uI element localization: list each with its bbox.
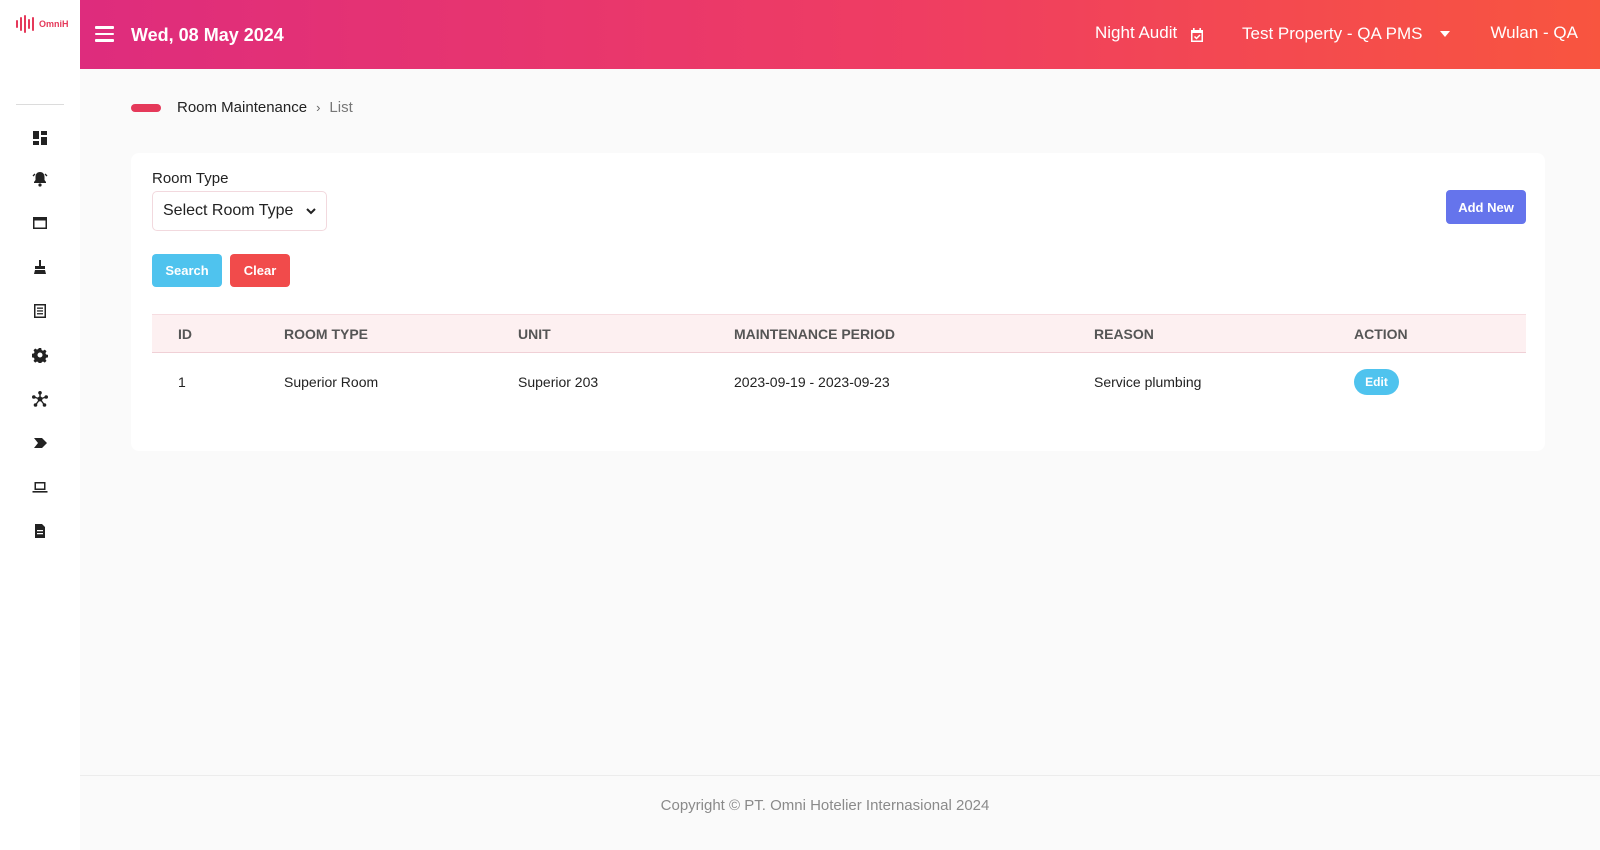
hamburger-menu-icon[interactable]	[95, 26, 115, 42]
breadcrumb-section[interactable]: Room Maintenance	[177, 99, 307, 116]
column-header-id: ID	[178, 326, 192, 342]
tag-icon[interactable]	[30, 433, 50, 453]
night-audit-label: Night Audit	[1095, 23, 1178, 42]
night-audit-button[interactable]: Night Audit	[1095, 23, 1205, 43]
room-type-select-value: Select Room Type	[163, 202, 294, 219]
column-header-action: ACTION	[1354, 326, 1408, 342]
gear-icon[interactable]	[30, 345, 50, 365]
property-label: Test Property - QA PMS	[1242, 24, 1423, 43]
laptop-icon[interactable]	[30, 477, 50, 497]
network-icon[interactable]	[30, 389, 50, 409]
dashboard-icon[interactable]	[30, 128, 50, 148]
table-header: ID ROOM TYPE UNIT MAINTENANCE PERIOD REA…	[152, 314, 1526, 353]
clear-button[interactable]: Clear	[230, 254, 290, 287]
logo-mark-icon	[16, 15, 34, 33]
cell-id: 1	[178, 374, 186, 390]
sidebar-divider	[16, 104, 64, 105]
list-icon[interactable]	[30, 301, 50, 321]
cell-room-type: Superior Room	[284, 374, 379, 390]
copyright-text: Copyright © PT. Omni Hotelier Internasio…	[660, 797, 990, 814]
breadcrumb-pill-icon	[131, 103, 161, 112]
logo-text: OmniH	[39, 19, 69, 29]
room-type-select[interactable]: Select Room Type	[152, 191, 327, 231]
maintenance-table: ID ROOM TYPE UNIT MAINTENANCE PERIOD REA…	[152, 314, 1526, 413]
maintenance-card: Room Type Select Room Type Add New Searc…	[131, 153, 1545, 451]
cell-reason: Service plumbing	[1094, 374, 1202, 390]
add-new-button[interactable]: Add New	[1446, 190, 1526, 224]
housekeeping-icon[interactable]	[30, 257, 50, 277]
user-menu[interactable]: Wulan - QA	[1490, 23, 1578, 43]
current-date: Wed, 08 May 2024	[131, 25, 284, 45]
room-type-label: Room Type	[152, 170, 229, 187]
calendar-check-icon	[1191, 27, 1204, 42]
column-header-maintenance-period: MAINTENANCE PERIOD	[734, 326, 896, 342]
chevron-right-icon: ›	[316, 100, 321, 115]
bell-icon[interactable]	[30, 169, 50, 189]
edit-button[interactable]: Edit	[1354, 369, 1399, 395]
property-selector[interactable]: Test Property - QA PMS	[1242, 24, 1451, 44]
sidebar: OmniH	[0, 0, 80, 850]
chevron-down-icon	[306, 208, 317, 215]
caret-down-icon	[1440, 31, 1451, 37]
search-button[interactable]: Search	[152, 254, 222, 287]
cell-maintenance-period: 2023-09-19 - 2023-09-23	[734, 374, 890, 390]
omnih-logo[interactable]: OmniH	[16, 15, 69, 33]
cell-unit: Superior 203	[518, 374, 599, 390]
column-header-unit: UNIT	[518, 326, 551, 342]
report-icon[interactable]	[30, 521, 50, 541]
top-header: Wed, 08 May 2024 Night Audit Test Proper…	[80, 0, 1600, 69]
column-header-room-type: ROOM TYPE	[284, 326, 369, 342]
footer: Copyright © PT. Omni Hotelier Internasio…	[80, 775, 1600, 850]
breadcrumb-current: List	[329, 99, 353, 116]
window-icon[interactable]	[30, 213, 50, 233]
breadcrumb: Room Maintenance › List	[131, 99, 353, 116]
column-header-reason: REASON	[1094, 326, 1154, 342]
table-row: 1 Superior Room Superior 203 2023-09-19 …	[152, 353, 1526, 413]
